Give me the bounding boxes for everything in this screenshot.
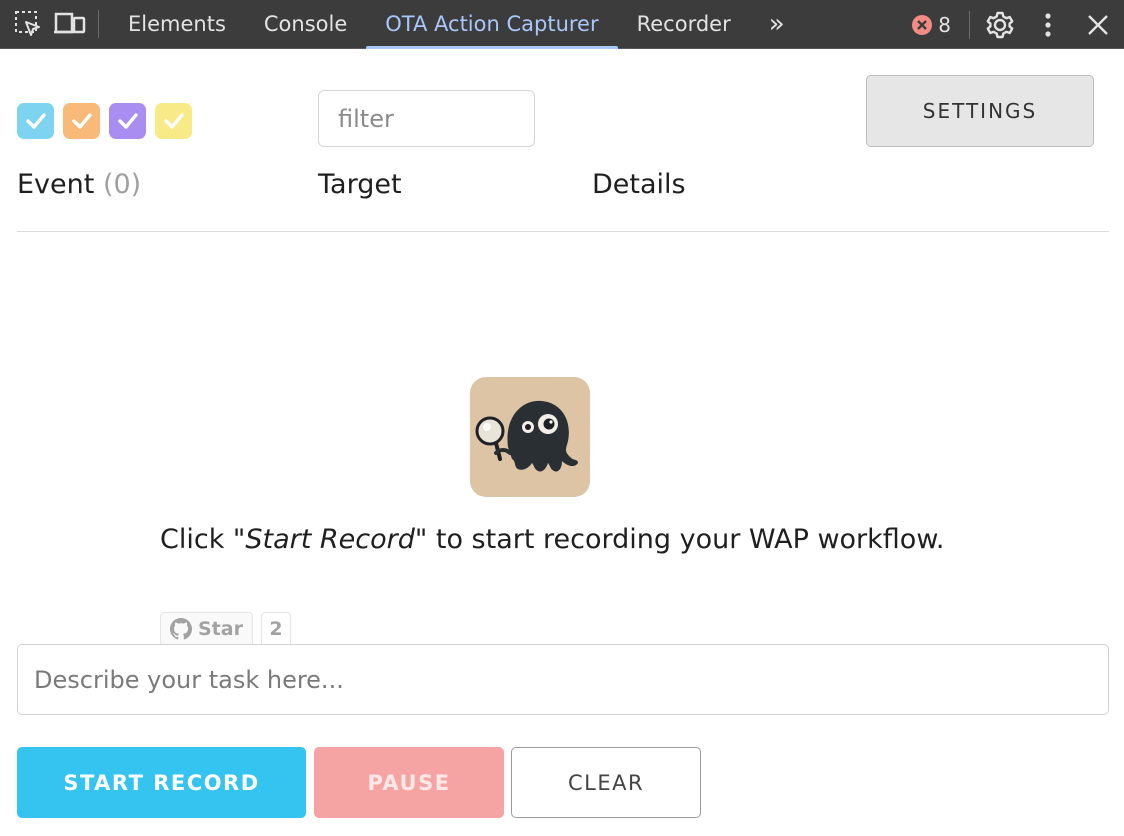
filter-checkbox-blue[interactable]: [17, 103, 54, 139]
error-count: 8: [938, 12, 951, 37]
error-count-badge[interactable]: 8: [904, 13, 963, 37]
event-label: Event: [17, 169, 95, 200]
filter-checkbox-orange[interactable]: [63, 103, 100, 139]
header-divider: [17, 231, 1109, 232]
tab-elements[interactable]: Elements: [109, 0, 245, 49]
tab-console[interactable]: Console: [245, 0, 366, 49]
toolbar-separator: [969, 10, 970, 39]
check-icon: [71, 113, 92, 129]
filter-input[interactable]: [318, 90, 535, 147]
tab-recorder[interactable]: Recorder: [618, 0, 750, 49]
github-star-widget: Star 2: [160, 612, 291, 646]
task-description-input[interactable]: [17, 644, 1109, 715]
github-star-count[interactable]: 2: [260, 612, 291, 646]
github-star-button[interactable]: Star: [160, 612, 253, 646]
github-star-label: Star: [198, 618, 243, 640]
check-icon: [117, 113, 138, 129]
filter-checkbox-purple[interactable]: [109, 103, 146, 139]
hint-suffix: to start recording your WAP workflow.: [427, 524, 945, 555]
event-count: (0): [102, 169, 142, 200]
close-icon[interactable]: [1072, 0, 1124, 49]
hint-emphasis: "Start Record": [232, 524, 428, 555]
tab-ota-action-capturer[interactable]: OTA Action Capturer: [366, 0, 618, 49]
octopus-logo-icon: [470, 377, 590, 497]
more-tabs-icon[interactable]: »: [750, 0, 804, 49]
devtools-toolbar: Elements Console OTA Action Capturer Rec…: [0, 0, 1124, 49]
error-icon: [912, 14, 933, 35]
settings-button[interactable]: SETTINGS: [866, 75, 1094, 147]
start-record-button[interactable]: START RECORD: [17, 747, 306, 818]
check-icon: [163, 113, 184, 129]
hint-prefix: Click: [160, 524, 233, 555]
settings-gear-icon[interactable]: [976, 0, 1024, 49]
more-vert-icon[interactable]: [1024, 0, 1072, 49]
column-header-target: Target: [318, 169, 402, 200]
check-icon: [25, 113, 46, 129]
column-header-details: Details: [592, 169, 686, 200]
inspect-element-icon[interactable]: [10, 0, 46, 49]
filter-checkbox-yellow[interactable]: [155, 103, 192, 139]
github-icon: [170, 618, 192, 640]
device-toggle-icon[interactable]: [52, 0, 88, 49]
event-type-filters: [17, 103, 192, 139]
column-header-event: Event (0): [17, 169, 141, 200]
pause-button[interactable]: PAUSE: [314, 747, 504, 818]
empty-state-hint: Click "Start Record" to start recording …: [160, 524, 945, 555]
clear-button[interactable]: CLEAR: [511, 747, 701, 818]
toolbar-separator: [98, 10, 99, 38]
